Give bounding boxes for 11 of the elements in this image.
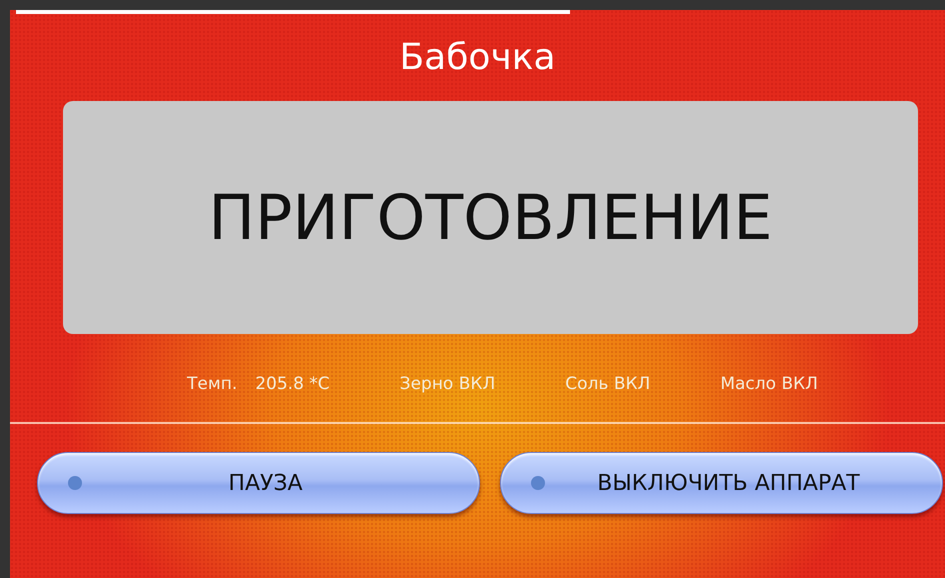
reading-label: Зерно ВКЛ [400, 374, 496, 396]
reading-value: 205.8 *C [255, 374, 330, 396]
reading-label: Масло ВКЛ [720, 374, 818, 396]
status-text: ПРИГОТОВЛЕНИЕ [208, 181, 773, 254]
indicator-dot-icon [68, 476, 82, 490]
reading-label: Соль ВКЛ [565, 374, 650, 396]
control-button[interactable]: ПАУЗА [37, 452, 480, 514]
reading-label: Темп. [187, 374, 238, 396]
indicator-dot-icon [531, 476, 545, 490]
recipe-title: Бабочка [398, 36, 557, 80]
control-button[interactable]: ВЫКЛЮЧИТЬ АППАРАТ [500, 452, 943, 514]
